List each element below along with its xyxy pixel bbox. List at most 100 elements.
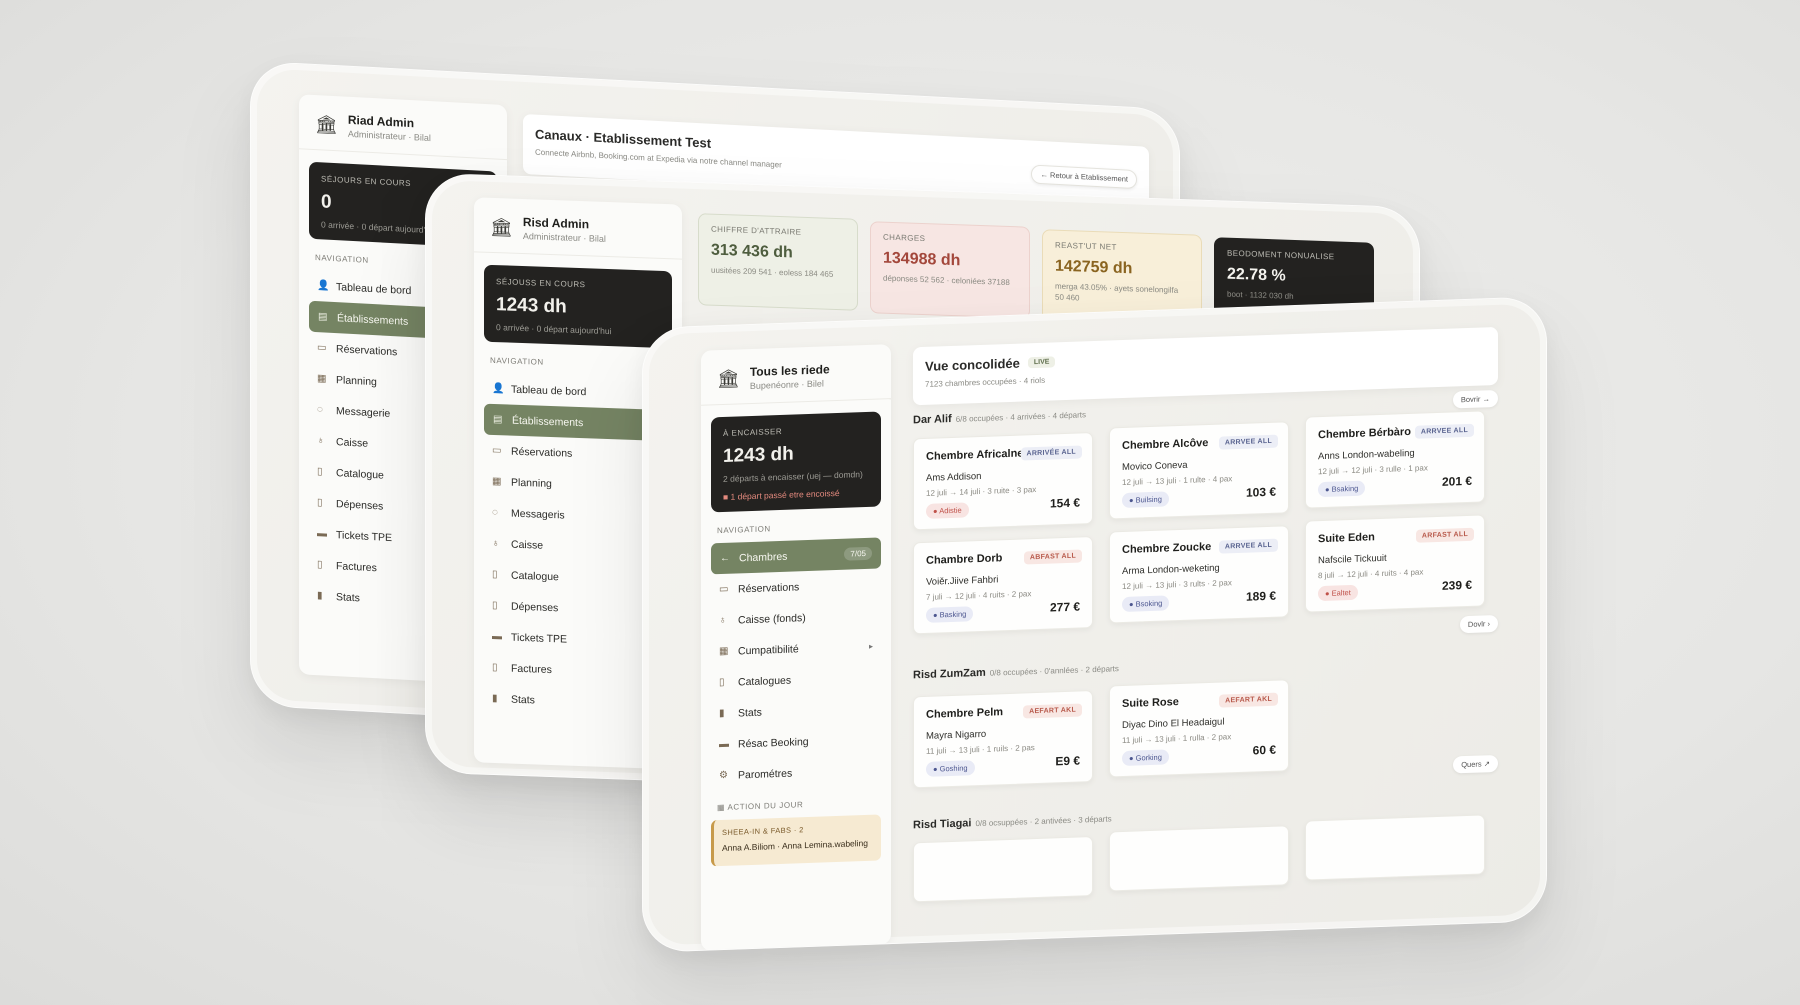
- sidebar-item-label: Stats: [511, 693, 535, 706]
- room-card[interactable]: Chambre Dorb Voiěr.Jiive Fahbri 7 juli → 1…: [913, 536, 1093, 635]
- stat-card: Chiffre d'attraire 313 436 dh uusitées 209…: [698, 213, 858, 311]
- room-price: 189 €: [1245, 588, 1276, 604]
- room-card-placeholder: [1109, 825, 1289, 892]
- source-badge: ● Gorking: [1122, 749, 1169, 767]
- guest-name: Arma London-weketing: [1122, 562, 1220, 578]
- person-icon: 👤: [492, 382, 505, 395]
- overview-header: Vue concolidée LIVE 7123 chambres occupé…: [913, 326, 1498, 406]
- sidebar-item-label: Planning: [511, 476, 552, 490]
- catalog-icon: ▯: [492, 568, 498, 581]
- nav-list: ← Chambres 7/05 ▭ Réservations ♁ Caisse (fonds…: [701, 537, 891, 792]
- stat-sub: déponses 52 562 · celoniées 37188: [883, 273, 1010, 288]
- source-badge: ● Adistie: [926, 502, 969, 519]
- sidebar-item-label: Établissements: [512, 414, 584, 429]
- guest-name: Mayra Nigarro: [926, 728, 987, 742]
- brand-subtitle: Administrateur · Bilal: [522, 231, 606, 244]
- stays-label: Séjouss en cours: [496, 277, 586, 290]
- group-title: Risd Tiagai 0/8 ocsuppées · 2 antivées · …: [913, 812, 1112, 831]
- action-card[interactable]: Sheea-in & fabs · 2 Anna A.Biliom · Anna…: [711, 814, 881, 867]
- sidebar-item-label: Cumpatibilité: [738, 642, 799, 657]
- open-group-button[interactable]: Dovlr ›: [1459, 614, 1498, 634]
- sidebar-item-label: Stats: [336, 590, 360, 604]
- status-badge: ARFAST ALL: [1415, 527, 1474, 543]
- room-price: 277 €: [1049, 599, 1080, 615]
- room-card[interactable]: Suite Eden Nafscile Tickuuit 8 juli → 12 j…: [1305, 514, 1485, 613]
- sidebar-item-label: Factures: [336, 559, 377, 574]
- group-name: Risd Tiagai: [913, 817, 972, 832]
- sidebar-item-label: Catalogue: [336, 466, 384, 482]
- chart-icon: ▮: [719, 707, 725, 720]
- brand: 🏛 Tous les riede Bupenéonre · Bilel: [701, 344, 891, 406]
- card-icon: ▬: [492, 630, 502, 643]
- chevron-right-icon: ▸: [868, 641, 873, 651]
- sidebar-item-label: Chambres: [739, 550, 788, 564]
- group-title: Dar Alif 6/8 occupées · 4 arrivées · 4 dé…: [913, 408, 1086, 426]
- room-card[interactable]: Suite Rose Diyac Dino El Headaigul 11 juli…: [1109, 679, 1289, 778]
- to-collect-value: 1243 dh: [723, 443, 794, 467]
- room-card[interactable]: Chembre Bérbàro Anns London-wabeling 12 ju…: [1305, 410, 1485, 509]
- status-badge: ABFAST ALL: [1023, 549, 1082, 565]
- stat-sub: uusitées 209 541 · eoless 184 465: [711, 265, 834, 279]
- action-text: Anna A.Biliom · Anna Lemina.wabeling: [722, 837, 869, 854]
- live-badge: LIVE: [1027, 356, 1056, 369]
- open-group-button[interactable]: Quers ↗: [1453, 754, 1498, 774]
- moneybag-icon: ♁: [719, 614, 727, 627]
- sidebar-item-parom-tres[interactable]: ⚙ Parométres: [701, 754, 891, 792]
- stays-sub: 0 arrivée · 0 départ aujourd'hui: [496, 322, 612, 337]
- source-badge: ● Ealtet: [1318, 584, 1358, 602]
- room-price: 239 €: [1441, 577, 1472, 593]
- brand-title: Riad Admin: [347, 112, 415, 131]
- sidebar-item-label: Réservations: [738, 580, 800, 595]
- screen-front: 🏛 Tous les riede Bupenéonre · Bilel À en…: [642, 296, 1547, 953]
- group-title: Risd ZumZam 0/8 occupées · 0'annlées · 2 …: [913, 662, 1119, 681]
- room-price: E9 €: [1055, 753, 1080, 769]
- chat-icon: ◌: [492, 506, 498, 519]
- status-badge: ARRVEE ALL: [1218, 434, 1278, 450]
- catalog-icon: ▯: [317, 466, 323, 478]
- stat-sub: merga 43.05% · ayets sonelongilfa 50 460: [1055, 281, 1179, 303]
- catalog-icon: ▯: [719, 676, 725, 689]
- sidebar-item-label: Caisse: [511, 538, 544, 552]
- sidebar-item-label: Tickets TPE: [336, 528, 393, 544]
- source-badge: ● Basking: [926, 606, 974, 623]
- moneybag-icon: ♁: [317, 435, 325, 447]
- room-card[interactable]: Chembre Alcôve Movico Coneva 12 juli → 13 …: [1109, 421, 1289, 520]
- bank-icon: 🏛: [717, 367, 740, 389]
- group-name: Risd ZumZam: [913, 666, 986, 682]
- brand: 🏛 Risd Admin Administrateur · Bilal: [474, 197, 682, 260]
- building-icon: ▤: [493, 414, 503, 426]
- status-badge: AEFART AKL: [1023, 703, 1082, 719]
- source-badge: ● Goshing: [926, 760, 975, 777]
- action-label: Sheea-in & fabs · 2: [722, 825, 804, 838]
- source-badge: ● Bsoking: [1122, 595, 1170, 613]
- to-collect-sub: 2 départs à encaisser (uej — domdn): [723, 469, 863, 484]
- ledger-icon: ▦: [719, 645, 729, 658]
- stat-label: Chiffre d'attraire: [711, 224, 802, 237]
- book-icon: ▭: [317, 342, 327, 354]
- count-badge: 7/05: [844, 546, 872, 561]
- brand-subtitle: Administrateur · Bilal: [347, 128, 431, 144]
- arrow-left-icon: ←: [720, 552, 730, 565]
- guest-name: Nafscile Tickuuit: [1318, 552, 1387, 567]
- stat-value: 134988 dh: [883, 249, 961, 270]
- room-price: 154 €: [1049, 495, 1080, 511]
- chart-icon: ▮: [492, 692, 498, 705]
- room-price: 60 €: [1252, 742, 1276, 758]
- source-badge: ● Builsing: [1122, 491, 1169, 509]
- sidebar-item-label: Messageris: [511, 507, 565, 522]
- room-card[interactable]: Chembre Zoucke Arma London-weketing 12 jul…: [1109, 525, 1289, 624]
- room-card[interactable]: Chembre Pelm Mayra Nigarro 11 juli → 13 ju…: [913, 690, 1093, 789]
- guest-name: Movico Coneva: [1122, 459, 1188, 474]
- room-card-placeholder: [913, 836, 1093, 903]
- sidebar-item-label: Réservations: [336, 342, 398, 358]
- sidebar-item-label: Catalogues: [738, 674, 792, 688]
- room-card-placeholder: [1305, 814, 1485, 881]
- sidebar-item-label: Tableau de bord: [511, 383, 587, 398]
- room-card[interactable]: Chembre Africalne Ams Addison 12 juli → 14…: [913, 432, 1093, 531]
- to-collect-card: À encaisser 1243 dh 2 départs à encaisse…: [711, 411, 881, 513]
- status-badge: ARRVEE ALL: [1414, 423, 1474, 439]
- document-icon: ▯: [317, 497, 323, 509]
- open-group-button[interactable]: Bovrir →: [1452, 389, 1498, 409]
- building-icon: ▤: [318, 311, 328, 323]
- sidebar-item-label: Factures: [511, 662, 552, 676]
